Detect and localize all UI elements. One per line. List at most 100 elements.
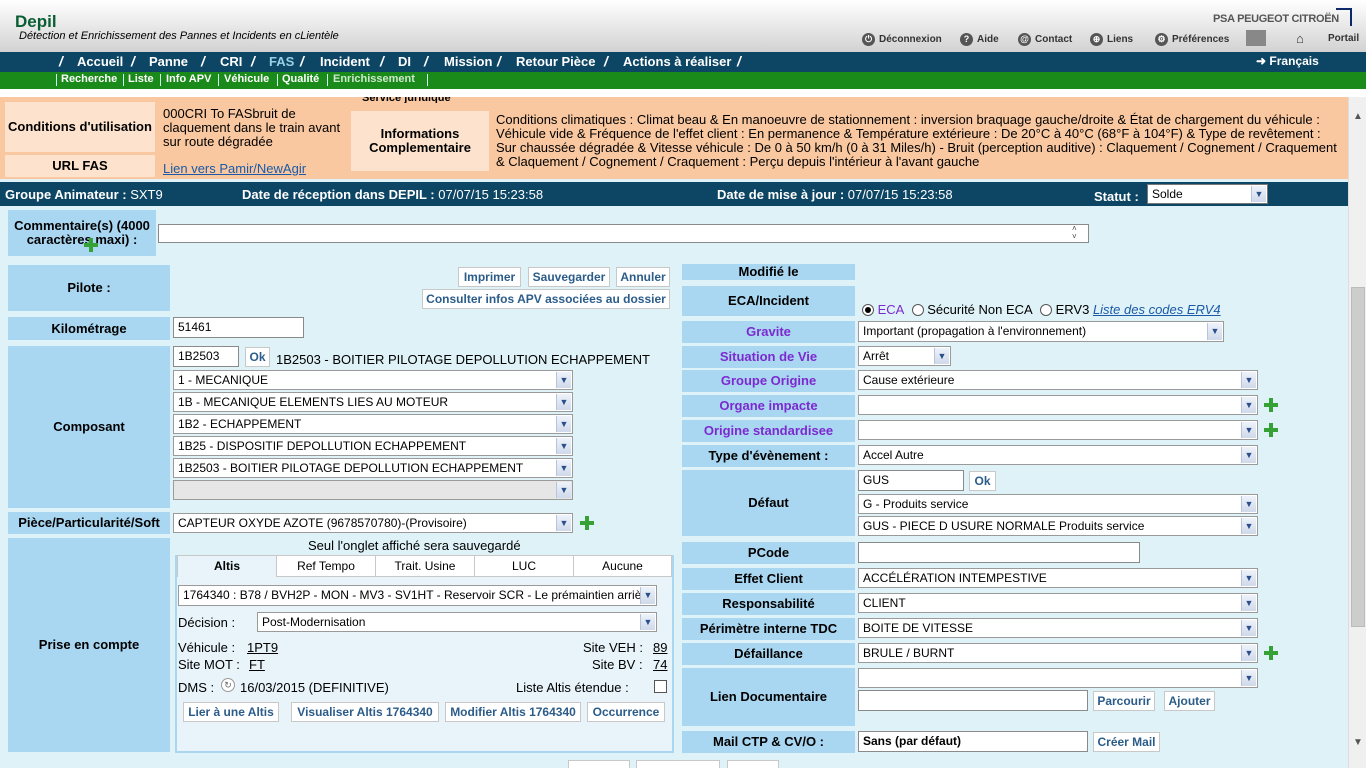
ajouter-button[interactable]: Ajouter xyxy=(1164,691,1215,711)
contact-link[interactable]: @ Contact xyxy=(1018,33,1072,46)
subnav-info-apv[interactable]: Info APV xyxy=(166,73,211,85)
perimetre-select[interactable]: BOITE DE VITESSE ▼ xyxy=(858,618,1258,638)
nav-actions[interactable]: Actions à réaliser xyxy=(623,54,731,69)
bottom-button-partial[interactable] xyxy=(727,760,779,768)
pcode-input[interactable] xyxy=(858,542,1140,563)
nav-mission[interactable]: Mission xyxy=(444,54,492,69)
subnav-recherche[interactable]: Recherche xyxy=(61,73,117,85)
defaut-ok-button[interactable]: Ok xyxy=(969,471,996,491)
eca-label: ECA/Incident xyxy=(682,286,855,316)
chevron-down-icon: ▼ xyxy=(1241,447,1256,463)
subnav-liste[interactable]: Liste xyxy=(128,73,154,85)
effet-client-select[interactable]: ACCÉLÉRATION INTEMPESTIVE ▼ xyxy=(858,568,1258,588)
vehicule-link[interactable]: 1PT9 xyxy=(247,640,278,655)
subnav-qualite[interactable]: Qualité xyxy=(282,73,319,85)
altis-select[interactable]: 1764340 : B78 / BVH2P - MON - MV3 - SV1H… xyxy=(178,585,657,606)
mail-input[interactable]: Sans (par défaut) xyxy=(858,731,1088,752)
scroll-thumb[interactable] xyxy=(1351,287,1365,627)
add-origine-icon[interactable] xyxy=(1264,423,1278,437)
commentaire-input[interactable] xyxy=(158,224,1089,243)
url-fas-link[interactable]: Lien vers Pamir/NewAgir xyxy=(163,161,306,176)
type-evt-select[interactable]: Accel Autre ▼ xyxy=(858,445,1258,465)
organe-select[interactable]: ▼ xyxy=(858,395,1258,415)
composant-level-1[interactable]: 1 - MECANIQUE ▼ xyxy=(173,370,573,390)
imprimer-button[interactable]: Imprimer xyxy=(458,267,521,287)
groupe-origine-select[interactable]: Cause extérieure ▼ xyxy=(858,370,1258,390)
securite-radio[interactable] xyxy=(911,304,924,316)
tab-luc[interactable]: LUC xyxy=(474,555,574,577)
add-organe-icon[interactable] xyxy=(1264,398,1278,412)
subnav-enrichissement[interactable]: Enrichissement xyxy=(333,73,415,85)
composant-level-5[interactable]: 1B2503 - BOITIER PILOTAGE DEPOLLUTION EC… xyxy=(173,458,573,478)
site-veh-link[interactable]: 89 xyxy=(653,640,667,655)
bottom-button-partial[interactable] xyxy=(568,760,630,768)
situation-select[interactable]: Arrêt ▼ xyxy=(858,346,951,366)
nav-retour-piece[interactable]: Retour Pièce xyxy=(516,54,595,69)
lien-doc-select[interactable]: ▼ xyxy=(858,668,1258,688)
kilometrage-input[interactable]: 51461 xyxy=(173,317,304,338)
tab-aucune[interactable]: Aucune xyxy=(573,555,672,577)
defaut-select-1[interactable]: G - Produits service ▼ xyxy=(858,494,1258,514)
composant-ok-button[interactable]: Ok xyxy=(245,347,270,367)
visualiser-altis-button[interactable]: Visualiser Altis 1764340 xyxy=(291,702,439,722)
erv4-link[interactable]: Liste des codes ERV4 xyxy=(1093,302,1221,317)
site-bv-link[interactable]: 74 xyxy=(653,657,667,672)
nav-panne[interactable]: Panne xyxy=(149,54,188,69)
composant-code-input[interactable]: 1B2503 xyxy=(173,346,239,367)
tab-ref-tempo[interactable]: Ref Tempo xyxy=(276,555,376,577)
portal-link[interactable]: Portail xyxy=(1328,33,1359,44)
composant-level-3[interactable]: 1B2 - ECHAPPEMENT ▼ xyxy=(173,414,573,434)
nav-di[interactable]: DI xyxy=(398,54,411,69)
scroll-down-icon[interactable]: ▼ xyxy=(1353,737,1363,748)
bottom-button-partial[interactable] xyxy=(636,760,720,768)
tab-trait-usine[interactable]: Trait. Usine xyxy=(375,555,475,577)
statut-select[interactable]: Solde ▼ xyxy=(1147,184,1268,204)
origine-std-select[interactable]: ▼ xyxy=(858,420,1258,440)
add-piece-icon[interactable] xyxy=(580,516,594,530)
sauvegarder-button[interactable]: Sauvegarder xyxy=(528,267,610,287)
nav-cri[interactable]: CRI xyxy=(220,54,242,69)
subnav-vehicule[interactable]: Véhicule xyxy=(224,73,269,85)
site-mot-link[interactable]: FT xyxy=(249,657,265,672)
responsabilite-select[interactable]: CLIENT ▼ xyxy=(858,593,1258,613)
effet-client-label: Effet Client xyxy=(682,568,855,590)
groupe-origine-label: Groupe Origine xyxy=(682,370,855,392)
composant-level-4[interactable]: 1B25 - DISPOSITIF DEPOLLUTION ECHAPPEMEN… xyxy=(173,436,573,456)
defaillance-select[interactable]: BRULE / BURNT ▼ xyxy=(858,643,1258,663)
help-link[interactable]: ? Aide xyxy=(960,33,999,46)
modifier-altis-button[interactable]: Modifier Altis 1764340 xyxy=(445,702,581,722)
add-defaillance-icon[interactable] xyxy=(1264,646,1278,660)
chevron-down-icon: ▼ xyxy=(556,438,571,454)
page-scrollbar[interactable]: ▲ ▼ xyxy=(1348,97,1366,768)
eca-radio[interactable] xyxy=(862,304,874,316)
occurrence-button[interactable]: Occurrence xyxy=(587,702,665,722)
add-comment-icon[interactable] xyxy=(84,238,98,252)
piece-select[interactable]: CAPTEUR OXYDE AZOTE (9678570780)-(Provis… xyxy=(173,513,573,533)
erv3-radio[interactable] xyxy=(1039,304,1052,316)
defaut-code-input[interactable]: GUS xyxy=(858,470,964,491)
links-link[interactable]: ⊕ Liens xyxy=(1090,33,1133,46)
creer-mail-button[interactable]: Créer Mail xyxy=(1093,732,1160,752)
gravite-select[interactable]: Important (propagation à l'environnement… xyxy=(858,321,1224,342)
annuler-button[interactable]: Annuler xyxy=(616,267,670,287)
composant-level-2[interactable]: 1B - MECANIQUE ELEMENTS LIES AU MOTEUR ▼ xyxy=(173,392,573,412)
nav-accueil[interactable]: Accueil xyxy=(77,54,123,69)
defaut-select-2[interactable]: GUS - PIECE D USURE NORMALE Produits ser… xyxy=(858,516,1258,536)
liste-altis-checkbox[interactable] xyxy=(654,680,667,693)
home-icon[interactable]: ⌂ xyxy=(1296,31,1304,46)
logout-link[interactable]: ⏻ Déconnexion xyxy=(862,33,942,46)
nav-fas[interactable]: FAS xyxy=(269,54,294,69)
parcourir-button[interactable]: Parcourir xyxy=(1093,691,1155,711)
refresh-icon[interactable]: ↻ xyxy=(221,678,235,692)
decision-select[interactable]: Post-Modernisation ▼ xyxy=(257,612,657,632)
tab-altis[interactable]: Altis xyxy=(177,555,277,577)
language-link[interactable]: ➜ Français xyxy=(1256,54,1319,68)
consulter-apv-button[interactable]: Consulter infos APV associées au dossier xyxy=(422,289,670,309)
composant-level-6[interactable]: ▼ xyxy=(173,480,573,500)
preferences-link[interactable]: ⚙ Préférences xyxy=(1155,33,1229,46)
info-comp-text: Conditions climatiques : Climat beau & E… xyxy=(496,112,1337,169)
nav-incident[interactable]: Incident xyxy=(320,54,370,69)
lien-doc-file-input[interactable] xyxy=(858,690,1088,711)
lier-altis-button[interactable]: Lier à une Altis xyxy=(183,702,279,722)
scroll-up-icon[interactable]: ▲ xyxy=(1353,111,1363,122)
